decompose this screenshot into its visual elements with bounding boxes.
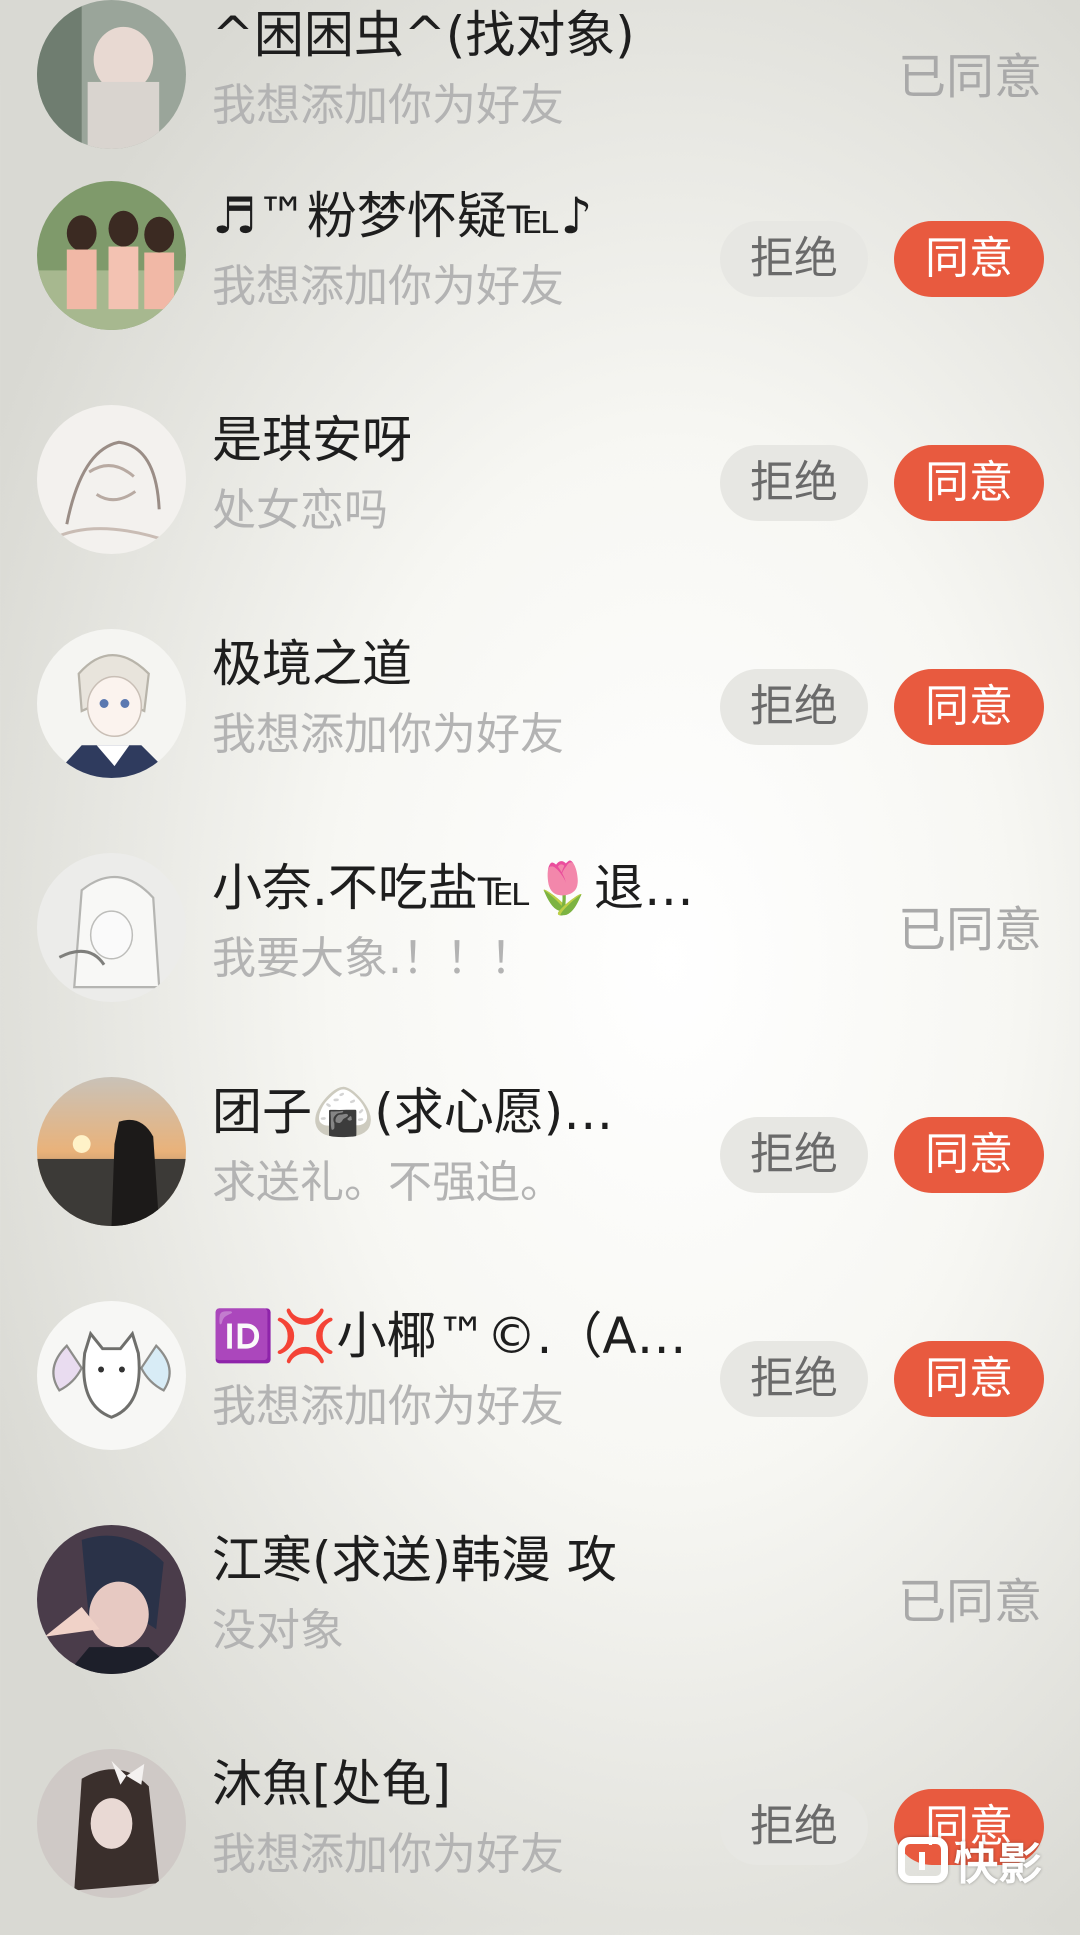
- avatar-manga-boy-icon: [37, 1525, 186, 1674]
- request-message: 求送礼。不强迫。: [212, 1157, 564, 1208]
- status-accepted: 已同意: [897, 902, 1042, 958]
- status-accepted: 已同意: [897, 1574, 1042, 1630]
- avatar[interactable]: [37, 1749, 186, 1898]
- request-name: ^困困虫^(找对象): [212, 6, 635, 64]
- request-name: 是琪安呀: [212, 411, 412, 469]
- request-message: 我想添加你为好友: [212, 80, 564, 131]
- request-message: 我想添加你为好友: [212, 261, 564, 312]
- request-name: ♬™粉梦怀疑℡♪: [212, 187, 593, 245]
- friend-request-row[interactable]: 极境之道 我想添加你为好友 拒绝 同意: [0, 591, 1080, 815]
- accept-button[interactable]: 同意: [894, 669, 1044, 745]
- reject-button[interactable]: 拒绝: [720, 445, 868, 521]
- avatar-anime-boy-icon: [37, 629, 186, 778]
- accept-button[interactable]: 同意: [894, 445, 1044, 521]
- avatar-group-photo-icon: [37, 181, 186, 330]
- avatar-anime-girl-icon: [37, 853, 186, 1002]
- avatar[interactable]: [37, 1525, 186, 1674]
- reject-button[interactable]: 拒绝: [720, 1341, 868, 1417]
- friend-request-row[interactable]: ♬™粉梦怀疑℡♪ 我想添加你为好友 拒绝 同意: [0, 143, 1080, 367]
- request-name: 团子🍙(求心愿)…: [212, 1083, 614, 1141]
- request-name: 小奈.不吃盐℡🌷退了，…: [212, 859, 722, 917]
- avatar-sketch-icon: [37, 405, 186, 554]
- friend-request-row[interactable]: 🆔💢小椰™©.（A… 我想添加你为好友 拒绝 同意: [0, 1263, 1080, 1487]
- kuaiying-logo-icon: [898, 1837, 948, 1883]
- avatar-girl-photo-icon: [37, 0, 186, 149]
- request-message: 我想添加你为好友: [212, 1381, 564, 1432]
- request-message: 我想添加你为好友: [212, 709, 564, 760]
- request-name: 沐魚[处龟]: [212, 1755, 452, 1813]
- request-message: 处女恋吗: [212, 485, 388, 536]
- request-name: 极境之道: [212, 635, 412, 693]
- request-message: 我要大象.！！！: [212, 933, 534, 984]
- request-name: 江寒(求送)韩漫 攻: [212, 1531, 617, 1589]
- reject-button[interactable]: 拒绝: [720, 1117, 868, 1193]
- accept-button[interactable]: 同意: [894, 1341, 1044, 1417]
- request-name: 🆔💢小椰™©.（A…: [212, 1307, 687, 1365]
- avatar-girl-bow-icon: [37, 1749, 186, 1898]
- avatar[interactable]: [37, 405, 186, 554]
- friend-request-list: ^困困虫^(找对象) 我想添加你为好友 已同意 ♬™粉梦怀疑℡♪ 我想添加你为好…: [0, 0, 1080, 1920]
- avatar-cat-butterfly-icon: [37, 1301, 186, 1450]
- avatar[interactable]: [37, 181, 186, 330]
- avatar-sunset-icon: [37, 1077, 186, 1226]
- request-message: 我想添加你为好友: [212, 1829, 564, 1880]
- avatar[interactable]: [37, 629, 186, 778]
- watermark-text: 快影: [954, 1839, 1042, 1890]
- friend-request-row[interactable]: 沐魚[处龟] 我想添加你为好友 拒绝 同意: [0, 1711, 1080, 1935]
- reject-button[interactable]: 拒绝: [720, 669, 868, 745]
- avatar[interactable]: [37, 0, 186, 149]
- friend-request-row[interactable]: 团子🍙(求心愿)… 求送礼。不强迫。 拒绝 同意: [0, 1039, 1080, 1263]
- friend-request-row[interactable]: 小奈.不吃盐℡🌷退了，… 我要大象.！！！ 已同意: [0, 815, 1080, 1039]
- friend-request-row[interactable]: 江寒(求送)韩漫 攻 没对象 已同意: [0, 1487, 1080, 1711]
- avatar[interactable]: [37, 1301, 186, 1450]
- request-message: 没对象: [212, 1605, 344, 1656]
- accept-button[interactable]: 同意: [894, 221, 1044, 297]
- accept-button[interactable]: 同意: [894, 1117, 1044, 1193]
- reject-button[interactable]: 拒绝: [720, 1789, 868, 1865]
- avatar[interactable]: [37, 853, 186, 1002]
- kuaiying-watermark: 快影: [898, 1830, 1042, 1890]
- reject-button[interactable]: 拒绝: [720, 221, 868, 297]
- status-accepted: 已同意: [897, 49, 1042, 105]
- friend-request-row[interactable]: 是琪安呀 处女恋吗 拒绝 同意: [0, 367, 1080, 591]
- avatar[interactable]: [37, 1077, 186, 1226]
